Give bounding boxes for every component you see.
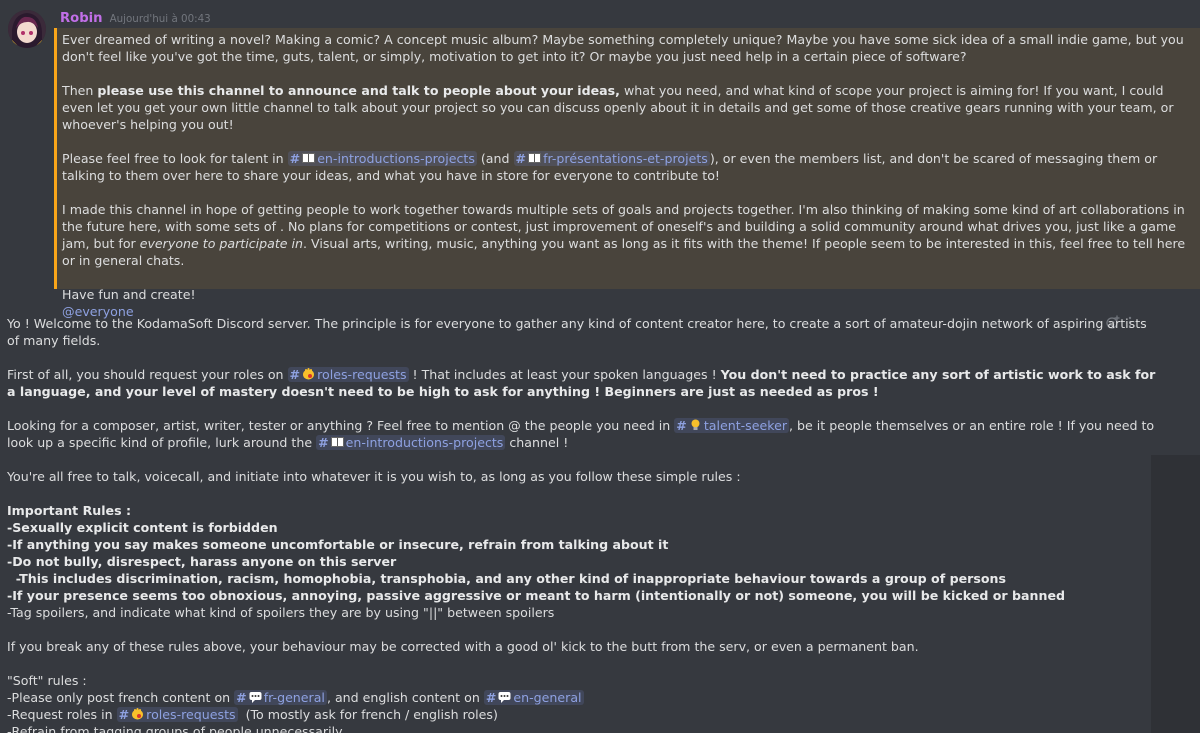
channel-name: en-introductions-projects [317,151,475,166]
channel-link-roles-requests[interactable]: # roles-requests [287,367,409,382]
hash-icon: # [676,418,687,433]
text: , and english content on [326,690,484,705]
timestamp: Aujourd'hui à 00:43 [109,13,211,25]
text: Please feel free to look for talent in [62,151,288,166]
channel-link-roles-requests[interactable]: # roles-requests [116,707,238,722]
text: Have fun and create! [62,287,196,302]
author-name[interactable]: Robin [60,10,103,27]
text: channel ! [505,435,569,450]
mention-highlight: Ever dreamed of writing a novel? Making … [54,28,1200,319]
paragraph: Looking for a composer, artist, writer, … [7,417,1157,451]
text: First of all, you should request your ro… [7,367,288,382]
rule-item: -Sexually explicit content is forbidden [7,520,278,535]
channel-name: en-introductions-projects [345,435,504,450]
rules-title: Important Rules : [7,503,132,518]
text: -Please only post french content on [7,690,235,705]
hash-icon: # [318,435,329,450]
hash-icon: # [289,367,301,382]
lightbulb-icon [691,419,700,430]
rule-item: -Do not bully, disrespect, harass anyone… [7,554,397,569]
message-header: Robin Aujourd'hui à 00:43 [60,10,211,28]
channel-name: fr-general [263,690,325,705]
channel-name: talent-seeker [703,418,788,433]
text: If you break any of these rules above, y… [7,639,919,654]
avatar[interactable] [8,10,46,48]
channel-name: en-general [513,690,582,705]
scrollbar-track[interactable] [1151,455,1200,733]
paragraph: Ever dreamed of writing a novel? Making … [62,31,1196,65]
book-icon [330,437,344,447]
paragraph: Then please use this channel to announce… [62,82,1196,133]
paragraph: First of all, you should request your ro… [7,366,1157,400]
text: Looking for a composer, artist, writer, … [7,418,675,433]
italic-text: everyone to participate in [139,236,304,251]
book-icon [528,153,542,163]
text: ! That includes at least your spoken lan… [408,367,721,382]
hash-icon: # [485,690,497,705]
soft-rule-item: -Refrain from tagging groups of people u… [7,724,343,733]
channel-link-en-introductions-projects[interactable]: # en-introductions-projects [316,435,506,450]
rules-block: Important Rules : -Sexually explicit con… [7,502,1157,621]
message-content: Yo ! Welcome to the KodamaSoft Discord s… [7,315,1157,733]
message-content: Ever dreamed of writing a novel? Making … [62,31,1196,320]
hash-icon: # [118,707,130,722]
paragraph: Yo ! Welcome to the KodamaSoft Discord s… [7,315,1157,349]
paragraph: If you break any of these rules above, y… [7,638,1157,655]
soft-rules-block: "Soft" rules : -Please only post french … [7,672,1157,733]
rule-item: -This includes discrimination, racism, h… [7,571,1006,586]
book-icon [302,153,316,163]
text: -Request roles in [7,707,117,722]
text: Yo ! Welcome to the KodamaSoft Discord s… [7,316,1147,348]
channel-name: roles-requests [317,367,407,382]
bold-text: please use this channel to announce and … [97,83,620,98]
speech-bubble-icon [249,692,262,703]
text: (To mostly ask for french / english role… [237,707,498,722]
rule-item: -If your presence seems too obnoxious, a… [7,588,1066,603]
text: Then [62,83,98,98]
text: (and [476,151,514,166]
hash-icon: # [515,151,527,166]
paragraph: I made this channel in hope of getting p… [62,201,1196,269]
channel-link-en-introductions-projects[interactable]: # en-introductions-projects [287,151,477,166]
channel-link-fr-presentations-et-projets[interactable]: # fr-présentations-et-projets [513,151,710,166]
soft-rule-item: -Request roles in # roles-requests (To mo… [7,706,1157,723]
hand-icon [303,368,315,380]
hash-icon: # [236,690,247,705]
channel-name: roles-requests [146,707,236,722]
channel-link-en-general[interactable]: # en-general [483,690,584,705]
text: Ever dreamed of writing a novel? Making … [62,32,1184,64]
channel-link-fr-general[interactable]: # fr-general [234,690,327,705]
hash-icon: # [289,151,301,166]
paragraph: You're all free to talk, voicecall, and … [7,468,1157,485]
soft-rules-title: "Soft" rules : [7,673,87,688]
channel-link-talent-seeker[interactable]: # talent-seeker [674,418,790,433]
paragraph: Please feel free to look for talent in #… [62,150,1196,184]
channel-name: fr-présentations-et-projets [543,151,708,166]
soft-rule-item: -Please only post french content on # fr-… [7,689,1157,706]
text: You're all free to talk, voicecall, and … [7,469,741,484]
hand-icon [132,708,144,720]
rule-item: -If anything you say makes someone uncom… [7,537,669,552]
speech-bubble-icon [498,692,511,703]
rule-item: -Tag spoilers, and indicate what kind of… [7,605,555,620]
mentioned-message: Robin Aujourd'hui à 00:43 Ever dreamed o… [0,0,1200,319]
